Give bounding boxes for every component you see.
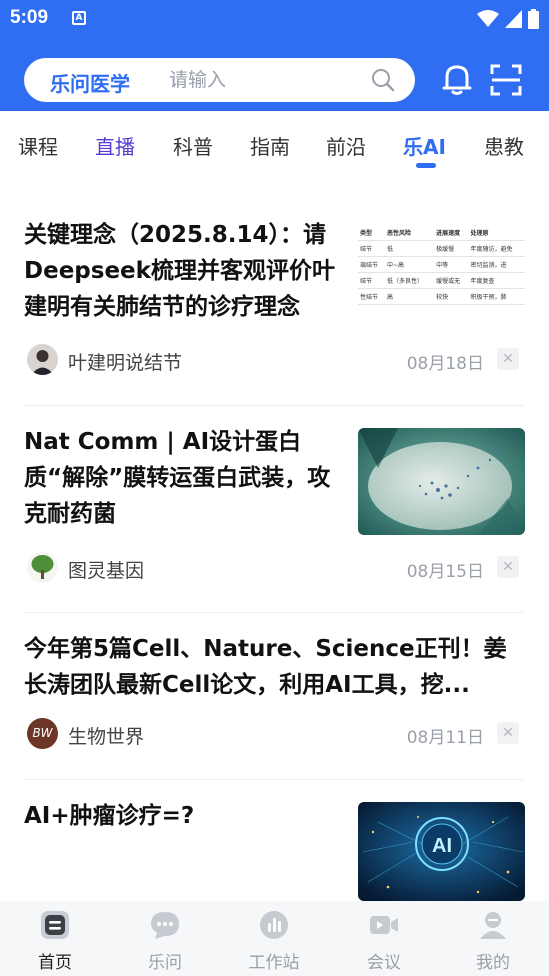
article-thumbnail[interactable]: AI [358,802,525,901]
scan-icon[interactable] [490,64,522,96]
tab-guides[interactable]: 指南 [250,131,290,160]
search-icon[interactable] [371,68,395,92]
tab-live[interactable]: 直播 [95,131,135,160]
table-cell: 性结节 [358,288,386,305]
table-cell: 年度复查 [468,272,525,289]
nav-label: 我的 [476,953,510,973]
article-title[interactable]: Nat Comm | AI设计蛋白质“解除”膜转运蛋白武装，攻克耐药菌 [24,424,342,532]
table-header: 类型 [358,225,386,241]
avatar[interactable]: BW [27,718,58,749]
tab-frontier[interactable]: 前沿 [326,131,366,160]
bottom-nav: 首页 乐问 工作站 会议 我的 [0,901,549,976]
article-title[interactable]: 关键理念（2025.8.14）：请Deepseek梳理并客观评价叶建明有关肺结节… [24,217,342,325]
tab-courses[interactable]: 课程 [18,131,58,160]
thumbnail-text: AI [432,835,452,857]
profile-icon [480,912,506,939]
notification-icon: A [72,11,86,25]
active-tab-indicator [416,163,436,168]
battery-icon [528,9,539,29]
article-thumbnail[interactable]: 类型 恶性风险 进展速度 处理原 结节 低 极缓慢 年度随访，避免 璃结节 中~… [358,225,525,332]
table-header: 恶性风险 [385,225,435,241]
article-meta: BW 生物世界 08月11日 ✕ [24,718,524,750]
publish-date: 08月11日 [406,728,484,748]
table-cell: 中等 [434,256,469,273]
nav-lewen[interactable]: 乐问 [125,901,205,976]
article-title[interactable]: AI+肿瘤诊疗=? [24,798,342,834]
close-icon[interactable]: ✕ [497,556,519,578]
tab-science[interactable]: 科普 [173,131,213,160]
article-thumbnail[interactable] [358,428,525,535]
person-avatar-icon [31,350,54,375]
table-cell: 结节 [358,272,386,289]
table-cell: 缓慢或无 [434,272,469,289]
bell-icon[interactable] [441,62,473,96]
table-cell: 年度随访，避免 [468,240,525,257]
chat-icon [151,912,179,939]
table-cell: 高 [385,288,435,305]
close-icon[interactable]: ✕ [497,348,519,370]
publish-date: 08月15日 [406,562,484,582]
table-cell: 结节 [358,240,386,257]
divider [24,612,524,613]
article-meta: 叶建明说结节 08月18日 ✕ [24,344,524,376]
tab-patient-education[interactable]: 患教 [484,131,524,160]
status-icons [477,9,539,29]
table-cell: 中~高 [385,256,435,273]
tree-logo-icon [31,555,54,579]
nav-home[interactable]: 首页 [15,901,95,976]
avatar[interactable] [27,552,58,583]
publish-date: 08月18日 [406,354,484,374]
article-title[interactable]: 今年第5篇Cell、Nature、Science正刊！姜长涛团队最新Cell论文… [24,631,524,703]
nav-label: 工作站 [248,953,300,973]
nav-label: 首页 [38,953,72,973]
status-time: 5:09 [10,7,49,28]
tab-le-ai[interactable]: 乐AI [403,131,446,160]
nav-meeting[interactable]: 会议 [344,901,424,976]
divider [24,779,524,780]
table-header: 处理原 [468,225,525,241]
author-name[interactable]: 生物世界 [68,722,144,749]
search-bar[interactable]: 乐问医学 [24,58,415,102]
home-icon [41,911,69,939]
video-icon [370,916,398,934]
table-cell: 极缓慢 [434,240,469,257]
table-cell: 低（多良性） [385,272,435,289]
divider [24,405,524,406]
status-bar: 5:09 A [0,0,549,38]
nav-label: 乐问 [148,953,182,973]
app-header: 5:09 A 乐问医学 [0,0,549,111]
table-cell: 积极干预，肺 [468,288,525,305]
nav-workstation[interactable]: 工作站 [234,901,314,976]
app-logo: 乐问医学 [50,72,130,96]
wifi-icon [477,10,499,27]
nav-label: 会议 [367,953,401,973]
nav-profile[interactable]: 我的 [453,901,533,976]
avatar[interactable] [27,344,58,375]
table-cell: 较快 [434,288,469,305]
petri-dish-image [358,428,525,535]
workstation-icon [260,911,288,939]
author-name[interactable]: 叶建明说结节 [68,348,182,375]
article-meta: 图灵基因 08月15日 ✕ [24,552,524,584]
signal-icon [505,10,522,28]
ai-network-image: AI [358,802,525,901]
thumbnail-table: 类型 恶性风险 进展速度 处理原 结节 低 极缓慢 年度随访，避免 璃结节 中~… [358,225,525,305]
table-cell: 密切监测，进 [468,256,525,273]
author-name[interactable]: 图灵基因 [68,556,144,583]
close-icon[interactable]: ✕ [497,722,519,744]
table-header: 进展速度 [434,225,469,241]
table-cell: 低 [385,240,435,257]
search-input[interactable] [169,66,359,94]
table-cell: 璃结节 [358,256,386,273]
